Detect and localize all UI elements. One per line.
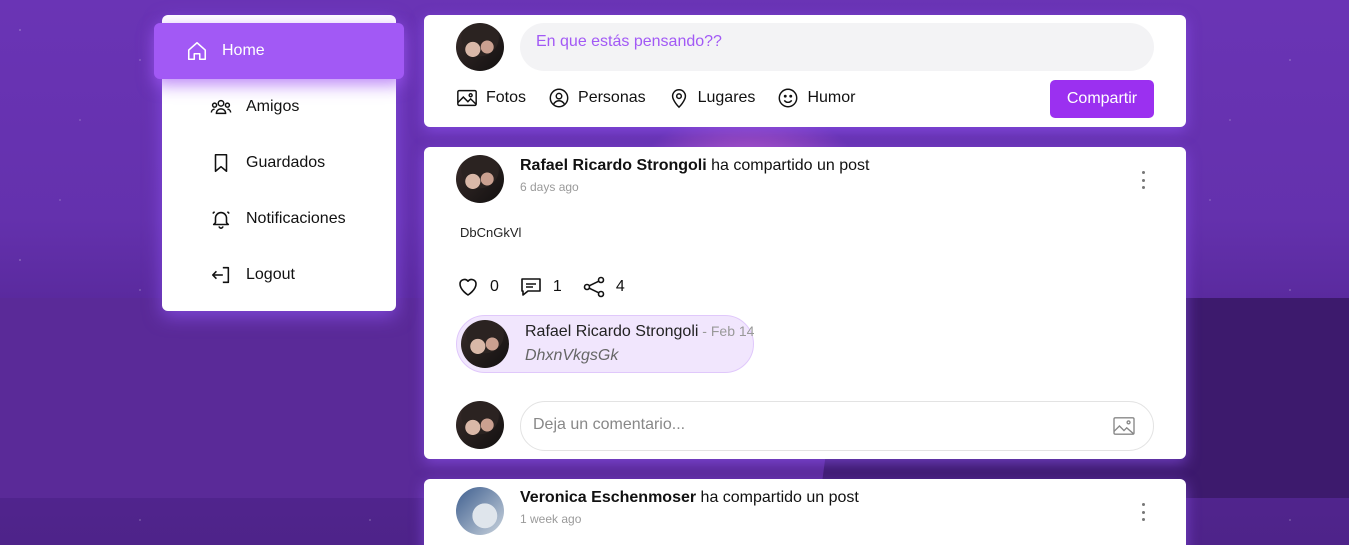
share-count: 4 <box>615 278 625 295</box>
option-humor[interactable]: Humor <box>777 87 855 109</box>
location-pin-icon <box>671 89 686 109</box>
post-card: Rafael Ricardo Strongoli ha compartido u… <box>424 147 1186 459</box>
sidebar-item-label: Home <box>222 42 265 59</box>
sidebar-item-notificaciones[interactable]: Notificaciones <box>162 191 396 247</box>
more-options-icon[interactable] <box>1140 503 1146 521</box>
post-body: DbCnGkVl <box>460 225 522 240</box>
like-button[interactable]: 0 <box>456 275 499 299</box>
sidebar-item-label: Amigos <box>246 98 300 115</box>
comment-placeholder: Deja un comentario... <box>533 416 686 433</box>
like-count: 0 <box>490 278 499 295</box>
sidebar-item-amigos[interactable]: Amigos <box>162 79 396 135</box>
avatar <box>461 320 509 368</box>
composer-options: Fotos Personas Lugares Humor <box>456 87 855 109</box>
post-author[interactable]: Veronica Eschenmoser <box>520 489 696 506</box>
option-label: Fotos <box>486 89 527 106</box>
post-title: Veronica Eschenmoser ha compartido un po… <box>520 489 859 507</box>
avatar <box>456 155 504 203</box>
image-icon <box>457 89 477 107</box>
sidebar-item-home[interactable]: Home <box>154 23 404 79</box>
post-actions: 0 1 4 <box>456 275 625 299</box>
more-options-icon[interactable] <box>1140 171 1146 189</box>
user-circle-icon <box>549 88 569 108</box>
post-action: ha compartido un post <box>696 489 859 506</box>
comment-icon <box>521 278 541 296</box>
sidebar-item-label: Logout <box>246 266 295 283</box>
post-author[interactable]: Rafael Ricardo Strongoli <box>520 157 707 174</box>
smiley-icon <box>778 88 798 108</box>
share-button[interactable]: Compartir <box>1050 80 1154 118</box>
avatar <box>456 401 504 449</box>
avatar <box>456 23 504 71</box>
sidebar: Home Amigos Guardados Notificaciones Log… <box>154 15 404 311</box>
option-label: Lugares <box>697 89 756 106</box>
sidebar-item-label: Notificaciones <box>246 210 346 227</box>
post-time: 1 week ago <box>520 512 582 526</box>
post-composer: En que estás pensando?? Fotos Personas L… <box>424 15 1186 127</box>
option-lugares[interactable]: Lugares <box>668 87 756 109</box>
post-header: Veronica Eschenmoser ha compartido un po… <box>520 489 859 526</box>
option-personas[interactable]: Personas <box>548 87 646 109</box>
comment-button[interactable]: 1 <box>519 275 562 299</box>
post-action: ha compartido un post <box>706 157 870 174</box>
sidebar-item-guardados[interactable]: Guardados <box>162 135 396 191</box>
comment-author-line: Rafael Ricardo Strongoli - Feb 14 <box>525 323 754 341</box>
home-icon <box>187 41 207 61</box>
comment-date: - Feb 14 <box>698 323 755 339</box>
sidebar-item-label: Guardados <box>246 154 326 171</box>
option-label: Personas <box>578 89 646 106</box>
comment-item: Rafael Ricardo Strongoli - Feb 14 DhxnVk… <box>456 315 754 373</box>
option-fotos[interactable]: Fotos <box>456 87 526 109</box>
post-time: 6 days ago <box>520 180 579 194</box>
post-title: Rafael Ricardo Strongoli ha compartido u… <box>520 157 869 175</box>
avatar <box>456 487 504 535</box>
comment-count: 1 <box>552 278 562 295</box>
post-card: Veronica Eschenmoser ha compartido un po… <box>424 479 1186 545</box>
heart-icon <box>459 278 477 296</box>
comment-text: DhxnVkgsGk <box>525 347 619 364</box>
post-header: Rafael Ricardo Strongoli ha compartido u… <box>520 157 869 194</box>
comment-input[interactable]: Deja un comentario... <box>520 401 1154 451</box>
share-icon <box>583 276 605 298</box>
sidebar-item-logout[interactable]: Logout <box>162 247 396 303</box>
status-input[interactable]: En que estás pensando?? <box>520 23 1154 71</box>
bookmark-icon <box>214 153 228 173</box>
option-label: Humor <box>807 89 856 106</box>
attach-image-icon[interactable] <box>1113 416 1135 436</box>
share-post-button[interactable]: 4 <box>582 275 625 299</box>
bell-icon <box>212 211 230 229</box>
comment-author[interactable]: Rafael Ricardo Strongoli <box>525 323 698 340</box>
logout-icon <box>211 266 230 284</box>
friends-icon <box>210 99 232 115</box>
